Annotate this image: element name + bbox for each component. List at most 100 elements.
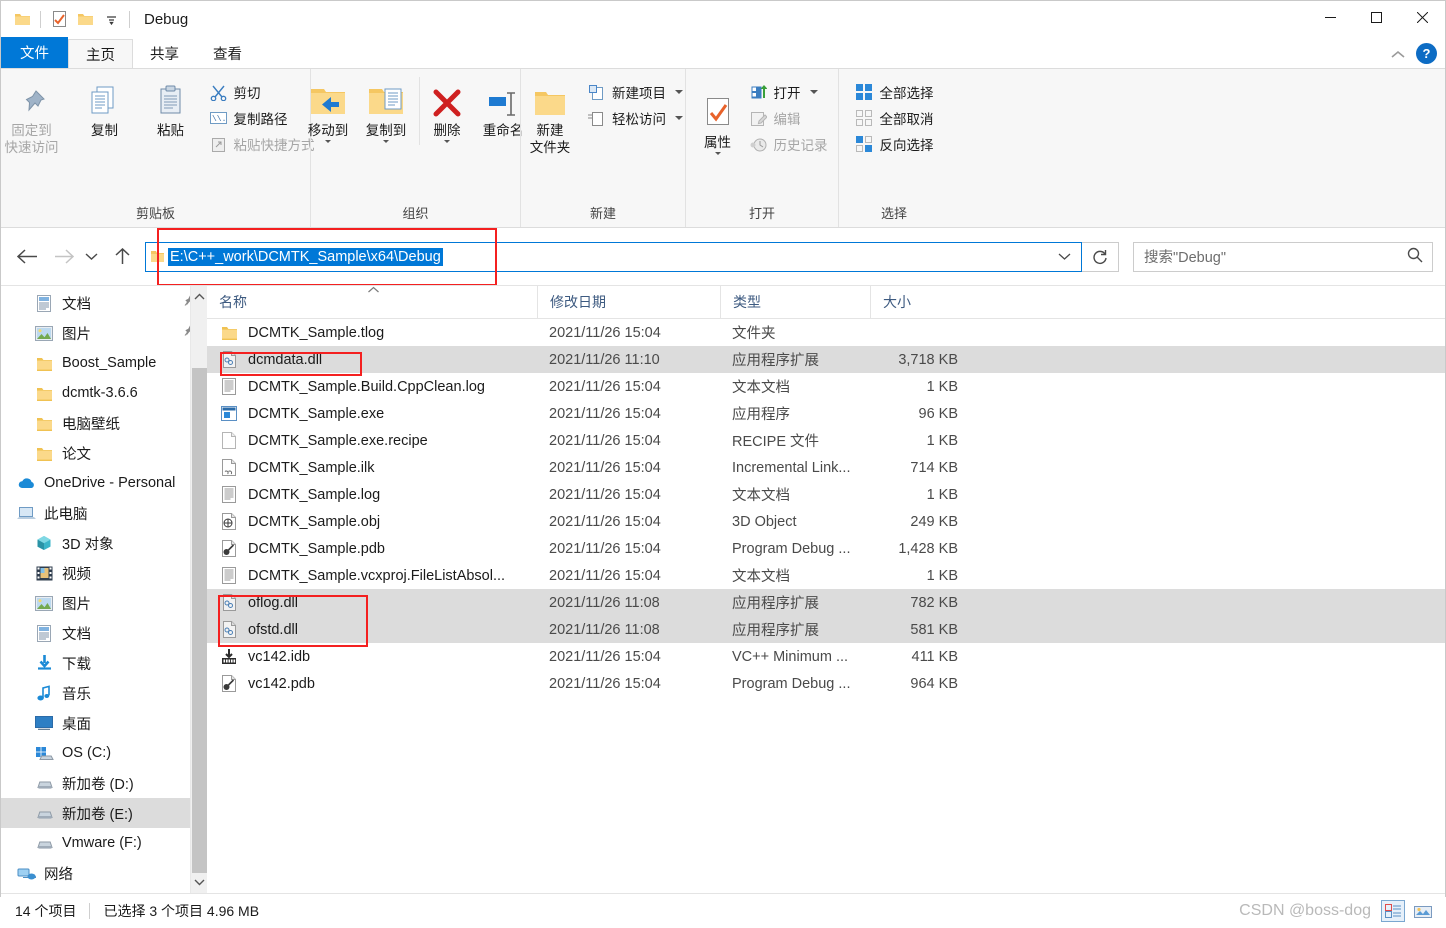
sidebar-item[interactable]: 桌面 — [1, 708, 207, 738]
chevron-down-icon[interactable] — [809, 90, 818, 94]
sidebar-item[interactable]: 文档 — [1, 288, 207, 318]
search-icon[interactable] — [1407, 247, 1423, 266]
copy-button[interactable]: 复制 — [72, 77, 138, 141]
sidebar-item[interactable]: 音乐 — [1, 678, 207, 708]
file-name-cell[interactable]: vc142.pdb — [207, 674, 537, 694]
sidebar-item[interactable]: 视频 — [1, 558, 207, 588]
new-folder-button[interactable]: 新建 文件夹 — [518, 77, 582, 158]
table-row[interactable]: DCMTK_Sample.exe.recipe 2021/11/26 15:04 R… — [207, 427, 1445, 454]
select-all-button[interactable]: 全部选择 — [850, 79, 939, 105]
sidebar-item[interactable]: 3D 对象 — [1, 528, 207, 558]
table-row[interactable]: DCMTK_Sample.Build.CppClean.log 2021/11/2… — [207, 373, 1445, 400]
chevron-down-icon[interactable] — [675, 90, 683, 94]
details-view-icon[interactable] — [1381, 900, 1405, 922]
table-row[interactable]: DCMTK_Sample.log 2021/11/26 15:04 文本文档 1 KB — [207, 481, 1445, 508]
help-button[interactable]: ? — [1416, 43, 1437, 64]
paste-button[interactable]: 粘贴 — [138, 77, 204, 141]
sidebar-scroll-thumb[interactable] — [192, 368, 207, 873]
file-name-cell[interactable]: DCMTK_Sample.exe.recipe — [207, 431, 537, 451]
navigation-pane[interactable]: 文档 图片 Boost_Sample dcmtk-3.6.6 电脑壁纸 论文 OneDriv… — [1, 286, 207, 893]
file-name-cell[interactable]: dcmdata.dll — [207, 350, 537, 370]
sidebar-scrollbar[interactable] — [190, 286, 207, 893]
large-icons-view-icon[interactable] — [1411, 900, 1435, 922]
file-name-cell[interactable]: oflog.dll — [207, 593, 537, 613]
table-row[interactable]: oflog.dll 2021/11/26 11:08 应用程序扩展 782 KB — [207, 589, 1445, 616]
sidebar-item[interactable]: 文档 — [1, 618, 207, 648]
file-name-cell[interactable]: DCMTK_Sample.ilk — [207, 458, 537, 478]
sidebar-item[interactable]: 图片 — [1, 588, 207, 618]
move-to-button[interactable]: 移动到 — [299, 77, 357, 145]
properties-icon[interactable] — [46, 6, 72, 32]
new-item-button[interactable]: 新建项目 — [582, 79, 688, 105]
new-folder-icon[interactable] — [72, 6, 98, 32]
sidebar-item[interactable]: dcmtk-3.6.6 — [1, 378, 207, 408]
refresh-button[interactable] — [1082, 241, 1119, 272]
column-header[interactable]: 大小 — [870, 286, 970, 318]
chevron-down-icon[interactable] — [714, 152, 721, 155]
file-name-cell[interactable]: DCMTK_Sample.Build.CppClean.log — [207, 377, 537, 397]
sidebar-item[interactable]: 下载 — [1, 648, 207, 678]
recent-locations-button[interactable] — [82, 243, 100, 271]
edit-button[interactable]: 编辑 — [744, 105, 833, 131]
sidebar-item[interactable]: 此电脑 — [1, 498, 207, 528]
file-name-cell[interactable]: DCMTK_Sample.log — [207, 485, 537, 505]
address-input[interactable]: E:\C++_work\DCMTK_Sample\x64\Debug — [168, 247, 443, 266]
sidebar-item[interactable]: 图片 — [1, 318, 207, 348]
table-row[interactable]: DCMTK_Sample.ilk 2021/11/26 15:04 Incremen… — [207, 454, 1445, 481]
table-row[interactable]: DCMTK_Sample.pdb 2021/11/26 15:04 Program … — [207, 535, 1445, 562]
table-row[interactable]: DCMTK_Sample.obj 2021/11/26 15:04 3D Objec… — [207, 508, 1445, 535]
table-row[interactable]: ofstd.dll 2021/11/26 11:08 应用程序扩展 581 KB — [207, 616, 1445, 643]
search-box[interactable]: 搜索"Debug" — [1133, 241, 1433, 272]
pin-to-quick-access-button[interactable]: 固定到 快速访问 — [0, 77, 72, 158]
file-name-cell[interactable]: DCMTK_Sample.pdb — [207, 539, 537, 559]
close-icon[interactable] — [1399, 1, 1445, 33]
chevron-down-icon[interactable] — [325, 140, 331, 143]
forward-button[interactable] — [49, 243, 77, 271]
search-input[interactable]: 搜索"Debug" — [1144, 246, 1226, 267]
sidebar-item[interactable]: Vmware (F:) — [1, 828, 207, 858]
file-list-pane[interactable]: 名称 修改日期 类型 大小 DCMTK_Sample.tlog 2021/11/26 1… — [207, 286, 1445, 893]
sidebar-item[interactable]: 论文 — [1, 438, 207, 468]
scroll-up-button[interactable] — [191, 286, 207, 307]
file-name-cell[interactable]: vc142.idb — [207, 647, 537, 667]
sidebar-item[interactable]: 电脑壁纸 — [1, 408, 207, 438]
address-dropdown-icon[interactable] — [1058, 243, 1071, 271]
tab-home[interactable]: 主页 — [68, 39, 133, 69]
sidebar-item[interactable]: 网络 — [1, 858, 207, 888]
sidebar-item[interactable]: 新加卷 (D:) — [1, 768, 207, 798]
table-row[interactable]: vc142.idb 2021/11/26 15:04 VC++ Minimum ..… — [207, 643, 1445, 670]
maximize-icon[interactable] — [1353, 1, 1399, 33]
column-header[interactable]: 类型 — [720, 286, 870, 318]
customize-caret-icon[interactable] — [98, 6, 124, 32]
up-button[interactable] — [108, 243, 136, 271]
invert-selection-button[interactable]: 反向选择 — [850, 131, 939, 157]
table-row[interactable]: DCMTK_Sample.vcxproj.FileListAbsol... 202… — [207, 562, 1445, 589]
tab-share[interactable]: 共享 — [133, 38, 196, 68]
address-bar[interactable]: E:\C++_work\DCMTK_Sample\x64\Debug — [145, 241, 1082, 272]
table-row[interactable]: vc142.pdb 2021/11/26 15:04 Program Debug .… — [207, 670, 1445, 697]
chevron-down-icon[interactable] — [675, 116, 683, 120]
minimize-icon[interactable] — [1307, 1, 1353, 33]
copy-to-button[interactable]: 复制到 — [357, 77, 415, 145]
file-name-cell[interactable]: DCMTK_Sample.exe — [207, 404, 537, 424]
table-row[interactable]: DCMTK_Sample.tlog 2021/11/26 15:04 文件夹 — [207, 319, 1445, 346]
select-none-button[interactable]: 全部取消 — [850, 105, 939, 131]
chevron-down-icon[interactable] — [444, 140, 450, 143]
sidebar-item[interactable]: 新加卷 (E:) — [1, 798, 207, 828]
delete-button[interactable]: 删除 — [419, 77, 474, 145]
tab-view[interactable]: 查看 — [196, 38, 259, 68]
file-name-cell[interactable]: DCMTK_Sample.vcxproj.FileListAbsol... — [207, 566, 537, 586]
easy-access-button[interactable]: 轻松访问 — [582, 105, 688, 131]
scroll-down-button[interactable] — [191, 872, 207, 893]
tab-file[interactable]: 文件 — [1, 37, 68, 68]
chevron-up-icon[interactable] — [1391, 46, 1405, 62]
chevron-down-icon[interactable] — [383, 140, 389, 143]
sidebar-item[interactable]: Boost_Sample — [1, 348, 207, 378]
table-row[interactable]: dcmdata.dll 2021/11/26 11:10 应用程序扩展 3,718 K… — [207, 346, 1445, 373]
file-name-cell[interactable]: DCMTK_Sample.tlog — [207, 323, 537, 343]
column-header[interactable]: 修改日期 — [537, 286, 720, 318]
folder-icon[interactable] — [9, 6, 35, 32]
back-button[interactable] — [13, 243, 41, 271]
file-name-cell[interactable]: ofstd.dll — [207, 620, 537, 640]
table-row[interactable]: DCMTK_Sample.exe 2021/11/26 15:04 应用程序 96 K… — [207, 400, 1445, 427]
